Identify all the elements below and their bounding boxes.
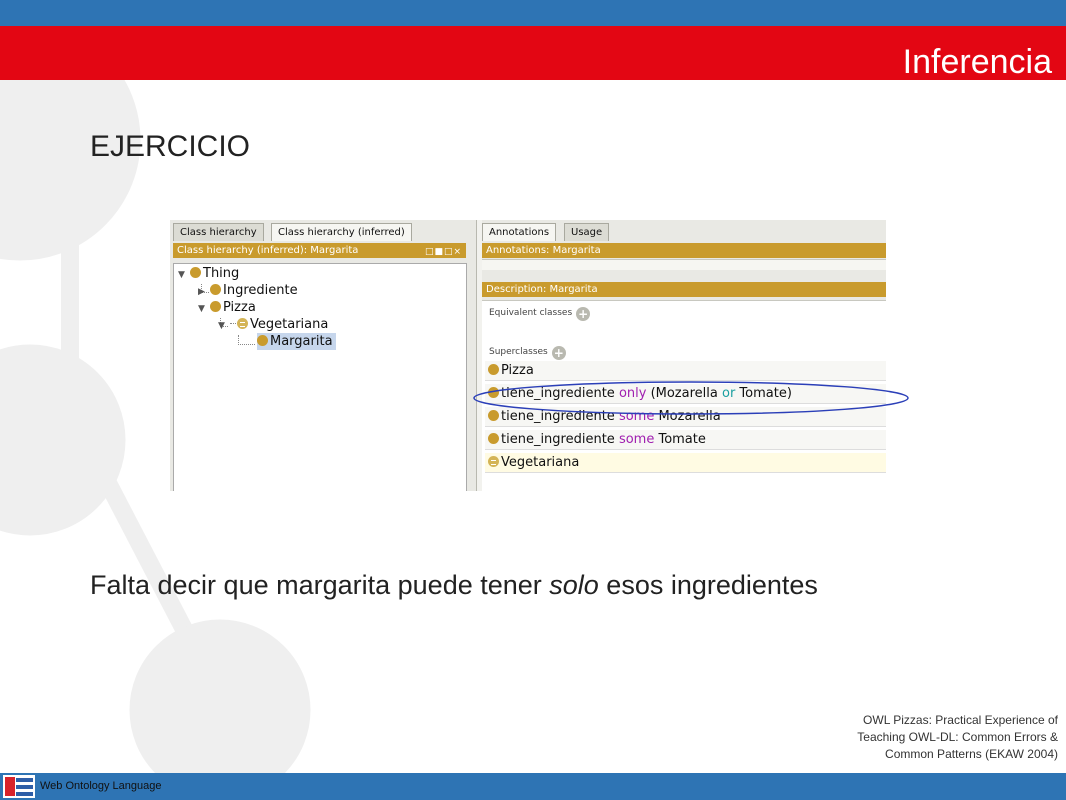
expression-text: tiene_ingrediente	[501, 432, 619, 447]
view-controls-icon[interactable]: □■□×	[425, 245, 462, 260]
conclusion-suffix: esos ingredientes	[598, 570, 818, 600]
exercise-heading: EJERCICIO	[90, 130, 251, 163]
tab-class-hierarchy-inferred[interactable]: Class hierarchy (inferred)	[271, 223, 412, 241]
add-superclass-icon[interactable]: +	[551, 346, 566, 360]
class-hierarchy-pane: Class hierarchy Class hierarchy (inferre…	[170, 220, 477, 491]
equivalent-classes-label: Equivalent classes	[489, 308, 573, 318]
tab-class-hierarchy[interactable]: Class hierarchy	[173, 223, 264, 241]
defined-class-icon	[237, 318, 248, 329]
inferred-hierarchy-header: Class hierarchy (inferred): Margarita □■…	[173, 243, 466, 258]
inferred-hierarchy-header-label: Class hierarchy (inferred): Margarita	[177, 245, 359, 256]
expanded-arrow-icon[interactable]: ▼	[198, 301, 210, 318]
class-tree: ▼ Thing ▶ Ingrediente ▼ Pizza ▼ Vegetariana …	[173, 263, 467, 491]
superclass-row[interactable]: tiene_ingrediente some Tomate	[485, 430, 886, 450]
class-icon	[488, 433, 499, 444]
tree-item-label: Pizza	[223, 300, 256, 315]
tree-item-pizza[interactable]: ▼ Pizza	[198, 299, 256, 316]
annotations-panel	[482, 259, 886, 270]
slide-title: Inferencia	[902, 43, 1052, 81]
credit-line: Common Patterns (EKAW 2004)	[885, 747, 1058, 761]
protege-screenshot: Class hierarchy Class hierarchy (inferre…	[170, 220, 886, 491]
description-header: Description: Margarita	[482, 282, 886, 297]
expression-text: Vegetariana	[501, 455, 580, 470]
tree-item-label: Margarita	[270, 334, 333, 349]
credit-line: Teaching OWL-DL: Common Errors &	[857, 730, 1058, 744]
conclusion-emphasis: solo	[549, 570, 599, 600]
tree-item-ingrediente[interactable]: ▶ Ingrediente	[198, 282, 298, 299]
tab-annotations[interactable]: Annotations	[482, 223, 557, 241]
tree-item-vegetariana[interactable]: ▼ Vegetariana	[218, 316, 328, 333]
credit-line: OWL Pizzas: Practical Experience of	[863, 713, 1058, 727]
keyword-text: some	[618, 432, 655, 447]
expression-text: Pizza	[501, 363, 534, 378]
highlight-ellipse	[473, 381, 909, 415]
tab-usage[interactable]: Usage	[564, 223, 610, 241]
class-icon	[210, 284, 221, 295]
conclusion-prefix: Falta decir que margarita puede tener	[90, 570, 550, 600]
tree-item-label: Thing	[203, 266, 240, 281]
superclasses-section: Superclasses +	[489, 346, 566, 360]
class-icon	[488, 364, 499, 375]
conclusion-text: Falta decir que margarita puede tener so…	[90, 570, 818, 601]
footer-label: Web Ontology Language	[40, 780, 162, 792]
expanded-arrow-icon[interactable]: ▼	[178, 267, 190, 284]
tree-connector	[230, 323, 236, 324]
footer-bar: Web Ontology Language	[0, 773, 1066, 800]
source-credit: OWL Pizzas: Practical Experience of Teac…	[818, 712, 1058, 763]
tree-connector	[238, 335, 255, 345]
superclasses-label: Superclasses	[489, 347, 548, 357]
tree-item-thing[interactable]: ▼ Thing	[178, 265, 239, 282]
superclass-row[interactable]: Vegetariana	[485, 453, 886, 473]
annotations-header: Annotations: Margarita	[482, 243, 886, 258]
superclass-row[interactable]: Pizza	[485, 361, 886, 381]
ontology-logo-icon	[3, 775, 35, 798]
class-icon	[210, 301, 221, 312]
top-blue-bar	[0, 0, 1066, 26]
tree-item-margarita[interactable]: Margarita	[257, 333, 336, 350]
tree-item-label: Ingrediente	[223, 283, 298, 298]
tree-item-label: Vegetariana	[250, 317, 329, 332]
class-icon	[190, 267, 201, 278]
class-description-pane: Annotations Usage Annotations: Margarita…	[482, 220, 886, 491]
defined-class-icon	[488, 456, 499, 467]
add-equivalent-icon[interactable]: +	[576, 307, 591, 321]
equivalent-classes-section: Equivalent classes +	[489, 307, 591, 321]
class-icon	[257, 335, 268, 346]
expanded-arrow-icon[interactable]: ▼	[218, 318, 230, 335]
expression-text: Tomate	[654, 432, 706, 447]
